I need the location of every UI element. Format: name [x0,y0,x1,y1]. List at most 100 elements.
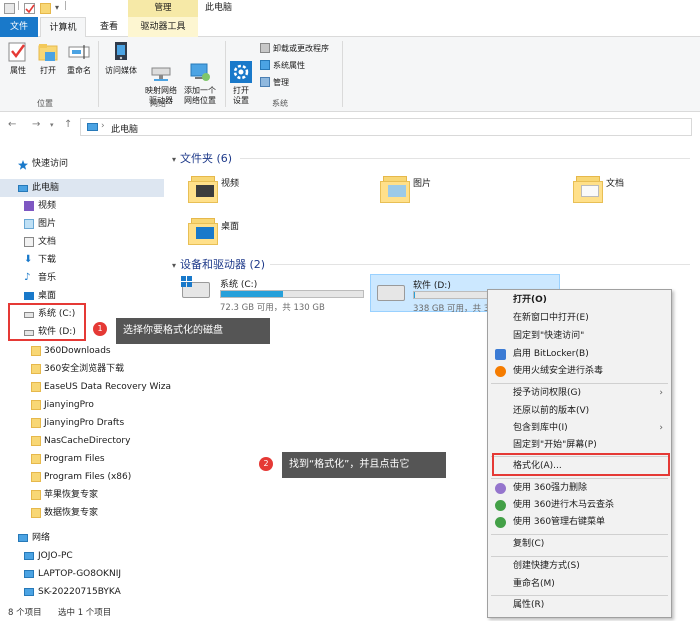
media-icon [110,41,132,63]
nav-network[interactable]: 网络 [0,529,164,547]
drive-d-name: 软件 (D:) [413,281,451,291]
folder-icon [31,508,41,518]
folder-desktop[interactable] [188,215,218,245]
nav-folder-program-files-x86[interactable]: Program Files (x86) [0,468,164,486]
desktop-icon [24,292,34,300]
tab-view[interactable]: 查看 [92,17,126,37]
map-drive-icon [150,51,172,81]
nav-item-videos[interactable]: 视频 [0,197,164,215]
folder-documents[interactable] [573,173,603,203]
breadcrumb-chevron-icon[interactable]: › [101,121,105,131]
map-network-drive-button[interactable]: 映射网络 驱动器 [140,41,182,106]
nav-network-laptop[interactable]: LAPTOP-GO8OKNIJ [0,565,164,583]
menu-item-grant-access[interactable]: 授予访问权限(G) › [488,385,671,402]
breadcrumb-this-pc[interactable]: 此电脑 [111,122,138,135]
title-bar: | ▾ | 管理 此电脑 [0,0,700,18]
360-delete-icon [495,483,506,494]
drive-c-usage-bar [220,290,364,298]
folder-videos[interactable] [188,173,218,203]
tab-file[interactable]: 文件 [0,17,38,37]
status-bar: 8 个项目 选中 1 个项目 [0,605,700,621]
navigation-pane: 快速访问 此电脑 视频 图片 文档 ⬇ 下载 ♪ 音乐 桌面 系统 (C:) 软… [0,150,171,606]
manage-contextual-tab[interactable]: 管理 [128,0,198,17]
folders-heading[interactable]: ▾ 文件夹 (6) [172,150,232,166]
manage-button[interactable]: 管理 [260,77,289,89]
tab-computer[interactable]: 计算机 [40,17,86,38]
annotation-badge-1: 1 [93,322,107,336]
address-bar[interactable]: › 此电脑 [80,118,692,136]
nav-folder-nascache[interactable]: NasCacheDirectory [0,432,164,450]
nav-item-pictures[interactable]: 图片 [0,215,164,233]
system-properties-button[interactable]: 系统属性 [260,60,305,72]
folder-pictures[interactable] [380,173,410,203]
nav-item-music[interactable]: ♪ 音乐 [0,269,164,287]
drive-c-tile[interactable]: 系统 (C:) 72.3 GB 可用，共 130 GB [178,274,368,313]
music-note-icon: ♪ [24,272,31,283]
menu-item-360-delete[interactable]: 使用 360强力删除 [488,480,671,497]
chevron-down-icon: ▾ [172,261,177,270]
nav-folder-360downloads[interactable]: 360Downloads [0,342,164,360]
open-button[interactable]: 打开 [34,41,62,76]
properties-button[interactable]: 属性 [4,41,32,76]
nav-folder-program-files[interactable]: Program Files [0,450,164,468]
nav-quick-access[interactable]: 快速访问 [0,155,164,173]
menu-item-restore-versions[interactable]: 还原以前的版本(V) [488,403,671,420]
access-media-button[interactable]: 访问媒体 [101,41,141,76]
programs-icon [260,43,270,53]
nav-folder-data-recovery[interactable]: 数据恢复专家 [0,504,164,522]
landscape-icon [388,185,406,197]
menu-item-rename[interactable]: 重命名(M) [488,576,671,593]
nav-item-downloads[interactable]: ⬇ 下载 [0,251,164,269]
open-settings-button[interactable]: 打开 设置 [228,41,254,106]
menu-item-include-library[interactable]: 包含到库中(I) › [488,420,671,437]
menu-item-pin-start[interactable]: 固定到"开始"屏幕(P) [488,437,671,454]
pictures-icon [24,219,34,229]
menu-item-open-new-window[interactable]: 在新窗口中打开(E) [488,310,671,327]
computer-manage-icon [260,77,270,87]
drive-c-name: 系统 (C:) [220,280,258,290]
up-arrow-icon[interactable]: ↑ [64,119,72,130]
uninstall-programs-button[interactable]: 卸载或更改程序 [260,43,329,55]
nav-network-sk[interactable]: SK-20220715BYKA [0,583,164,601]
tab-drive-tools[interactable]: 驱动器工具 [128,17,198,37]
forward-arrow-icon[interactable]: → [32,119,40,130]
menu-item-huorong[interactable]: 使用火绒安全进行杀毒 [488,363,671,380]
folder-label-pictures: 图片 [413,179,432,189]
back-arrow-icon[interactable]: ← [8,119,16,130]
this-pc-icon [87,123,98,131]
group-label-network: 网络 [150,99,166,108]
nav-folder-apple-recovery[interactable]: 苹果恢复专家 [0,486,164,504]
menu-item-360-scan[interactable]: 使用 360进行木马云查杀 [488,497,671,514]
settings-gear-icon [230,51,252,83]
recent-dropdown-icon[interactable]: ▾ [50,121,54,129]
menu-item-copy[interactable]: 复制(C) [488,536,671,553]
nav-this-pc[interactable]: 此电脑 [0,179,164,197]
folder-label-documents: 文档 [606,179,625,189]
menu-item-pin-quick-access[interactable]: 固定到"快速访问" [488,328,671,345]
network-location-icon [189,51,211,81]
add-network-location-button[interactable]: 添加一个 网络位置 [180,41,220,106]
properties-check-icon[interactable] [24,3,35,14]
nav-folder-jianyingpro[interactable]: JianyingPro [0,396,164,414]
menu-item-create-shortcut[interactable]: 创建快捷方式(S) [488,558,671,575]
nav-folder-jianyingpro-drafts[interactable]: JianyingPro Drafts [0,414,164,432]
nav-network-jojo-pc[interactable]: JOJO-PC [0,547,164,565]
film-strip-icon [196,185,214,197]
group-label-system: 系统 [272,99,288,108]
menu-item-bitlocker[interactable]: 启用 BitLocker(B) [488,346,671,363]
rename-button[interactable]: 重命名 [64,41,94,76]
ribbon-tabs: 文件 计算机 查看 驱动器工具 [0,17,700,38]
menu-item-open[interactable]: 打开(O) [488,292,671,309]
nav-folder-easeus[interactable]: EaseUS Data Recovery Wiza [0,378,171,396]
new-folder-icon[interactable] [40,3,51,14]
drives-heading[interactable]: ▾ 设备和驱动器 (2) [172,256,265,272]
document-icon [581,185,599,197]
annotation-highlight-format [492,453,670,476]
folder-icon [31,490,41,500]
system-menu-icon[interactable] [4,3,15,14]
360-menu-icon [495,517,506,528]
nav-folder-360browser[interactable]: 360安全浏览器下载 [0,360,164,378]
customize-toolbar-icon[interactable]: ▾ [55,3,59,12]
menu-item-360-menu[interactable]: 使用 360管理右键菜单 [488,514,671,531]
nav-item-documents[interactable]: 文档 [0,233,164,251]
